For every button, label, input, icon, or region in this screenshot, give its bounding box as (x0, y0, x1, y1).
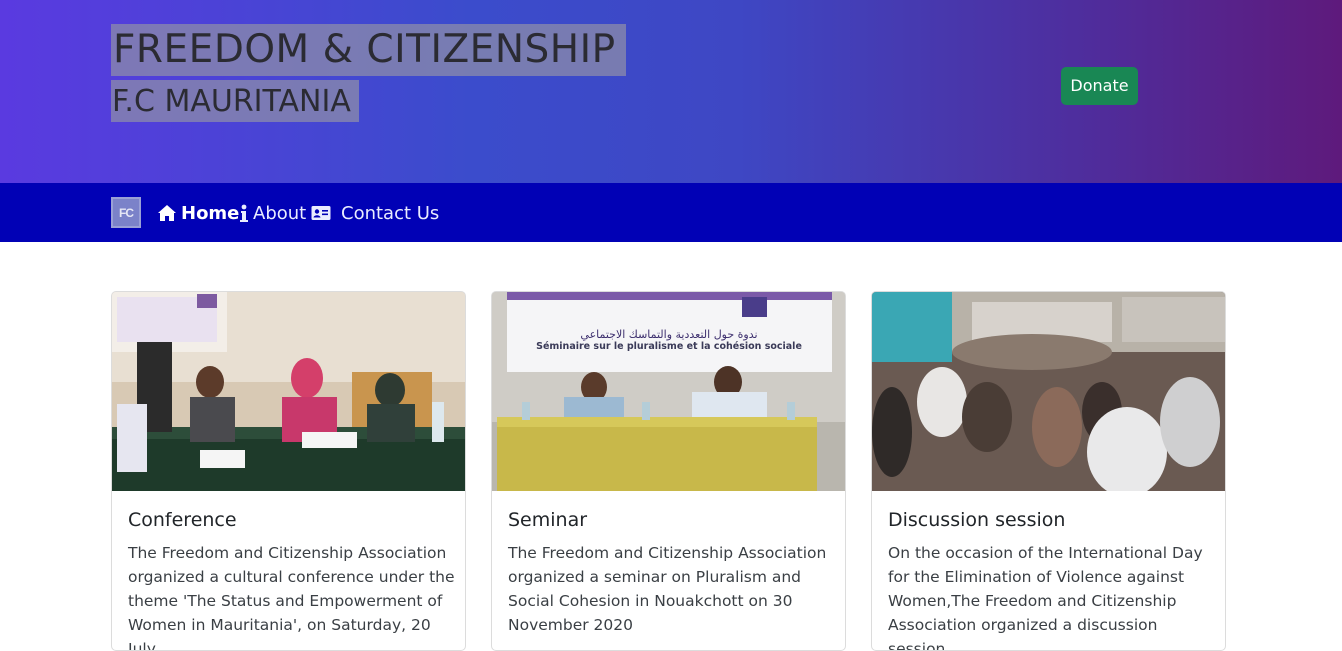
card-text: On the occasion of the International Day… (888, 544, 1203, 651)
card-title: Discussion session (888, 509, 1066, 531)
card-discussion[interactable]: Discussion session On the occasion of th… (871, 291, 1226, 651)
conference-photo (112, 292, 465, 491)
nav-about[interactable]: About (239, 201, 306, 225)
navbar: FC Home About Contact Us (0, 183, 1342, 242)
nav-about-label: About (253, 202, 307, 224)
home-icon (157, 204, 181, 222)
nav-contact-label: Contact Us (341, 202, 440, 224)
seminar-banner-text: Séminaire sur le pluralisme et la cohési… (536, 341, 802, 352)
nav-home[interactable]: Home (157, 201, 239, 225)
card-seminar[interactable]: ندوة حول التعددية والتماسك الاجتماعي Sém… (491, 291, 846, 651)
logo[interactable]: FC (111, 197, 141, 228)
contact-card-icon (311, 205, 335, 221)
logo-text: FC (119, 205, 134, 220)
card-text: The Freedom and Citizenship Association … (508, 544, 827, 634)
donate-button[interactable]: Donate (1061, 67, 1138, 105)
hero-header: FREEDOM & CITIZENSHIP F.C MAURITANIA Don… (0, 0, 1342, 183)
card-text: The Freedom and Citizenship Association … (128, 544, 455, 651)
card-title: Seminar (508, 509, 588, 531)
site-title: FREEDOM & CITIZENSHIP (111, 24, 626, 76)
card-conference[interactable]: Conference The Freedom and Citizenship A… (111, 291, 466, 651)
nav-contact[interactable]: Contact Us (311, 201, 439, 225)
nav-home-label: Home (181, 202, 240, 224)
svg-text:ندوة حول التعددية والتماسك الا: ندوة حول التعددية والتماسك الاجتماعي (580, 328, 757, 341)
info-icon (239, 203, 253, 223)
seminar-photo: ندوة حول التعددية والتماسك الاجتماعي Sém… (492, 292, 845, 491)
card-title: Conference (128, 509, 237, 531)
discussion-photo (872, 292, 1225, 491)
site-subtitle: F.C MAURITANIA (111, 80, 359, 122)
